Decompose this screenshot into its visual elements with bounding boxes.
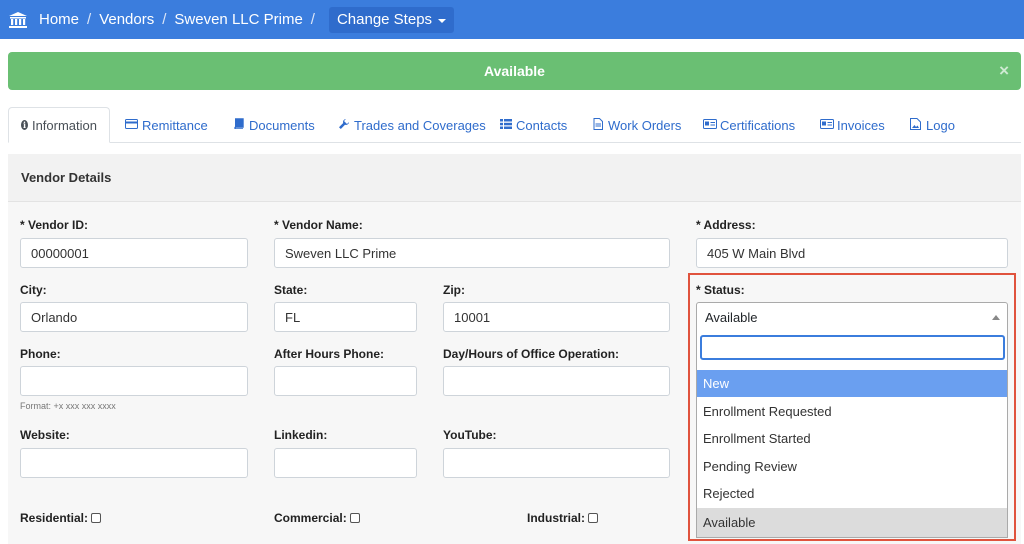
linkedin-input[interactable] [274,448,417,478]
industrial-label: Industrial: [527,511,586,525]
vendor-name-input[interactable]: Sweven LLC Prime [274,238,670,268]
city-label: City: [20,283,47,297]
zip-input[interactable]: 10001 [443,302,670,332]
breadcrumb-vendor-name[interactable]: Sweven LLC Prime [174,0,302,39]
tab-work-orders[interactable]: Work Orders [591,107,681,143]
id-card-icon [820,118,834,132]
youtube-input[interactable] [443,448,670,478]
bank-icon[interactable] [8,11,28,29]
commercial-label: Commercial: [274,511,347,525]
zip-label: Zip: [443,283,465,297]
website-label: Website: [20,428,70,442]
tab-label: Contacts [516,117,568,133]
tab-documents[interactable]: Documents [232,107,315,143]
commercial-field: Commercial: [274,511,360,525]
id-card-icon [703,118,717,132]
after-hours-phone-label: After Hours Phone: [274,347,385,361]
file-icon [591,117,604,133]
city-input[interactable]: Orlando [20,302,248,332]
breadcrumb-separator: / [310,11,315,28]
state-input[interactable]: FL [274,302,417,332]
breadcrumb-home[interactable]: Home [39,0,79,39]
state-label: State: [274,283,308,297]
after-hours-phone-input[interactable] [274,366,417,396]
breadcrumb-vendors[interactable]: Vendors [99,0,154,39]
tab-remittance[interactable]: Remittance [125,107,208,143]
top-navbar: Home / Vendors / Sweven LLC Prime / Chan… [0,0,1024,39]
tab-contacts[interactable]: Contacts [499,107,567,143]
phone-label: Phone: [20,347,61,361]
info-icon: i [21,120,28,130]
book-icon [232,118,245,132]
office-hours-label: Day/Hours of Office Operation: [443,347,620,361]
office-hours-input[interactable] [443,366,670,396]
vendor-id-input[interactable]: 00000001 [20,238,248,268]
alert-text: Available [484,63,545,79]
tab-label: Logo [926,117,955,133]
change-steps-label: Change Steps [336,11,433,28]
address-label: * Address: [696,218,756,232]
wrench-icon [337,118,350,133]
tab-label: Information [31,117,97,133]
close-icon[interactable]: × [999,61,1009,81]
tab-label: Invoices [837,117,885,133]
status-alert: Available × [8,52,1021,90]
tab-certifications[interactable]: Certifications [703,107,795,143]
tab-trades-and-coverages[interactable]: Trades and Coverages [337,107,486,143]
vendor-id-label: * Vendor ID: [20,218,89,232]
image-icon [909,117,922,133]
breadcrumb-separator: / [87,11,92,28]
phone-input[interactable] [20,366,248,396]
phone-format-hint: Format: +x xxx xxx xxxx [20,401,116,411]
caret-down-icon [438,18,447,23]
tab-label: Certifications [720,117,796,133]
panel-title: Vendor Details [21,170,112,185]
tab-invoices[interactable]: Invoices [820,107,885,143]
tab-label: Work Orders [608,117,682,133]
tab-bar: i Information Remittance Documents Trade… [8,107,1021,143]
industrial-field: Industrial: [527,511,599,525]
change-steps-button[interactable]: Change Steps [328,6,455,33]
tab-information[interactable]: i Information [8,107,110,143]
commercial-checkbox[interactable] [349,513,360,523]
tab-logo[interactable]: Logo [909,107,955,143]
credit-card-icon [125,118,138,132]
panel-header: Vendor Details [8,154,1021,202]
linkedin-label: Linkedin: [274,428,328,442]
address-input[interactable]: 405 W Main Blvd [696,238,1008,268]
residential-label: Residential: [20,511,89,525]
highlight-box [688,273,1016,541]
website-input[interactable] [20,448,248,478]
residential-field: Residential: [20,511,102,525]
tab-label: Remittance [142,117,208,133]
tab-label: Documents [249,117,315,133]
breadcrumb-separator: / [162,11,167,28]
industrial-checkbox[interactable] [588,513,599,523]
residential-checkbox[interactable] [91,513,102,523]
youtube-label: YouTube: [443,428,497,442]
vendor-name-label: * Vendor Name: [274,218,363,232]
list-icon [499,118,512,132]
tab-label: Trades and Coverages [354,117,486,133]
